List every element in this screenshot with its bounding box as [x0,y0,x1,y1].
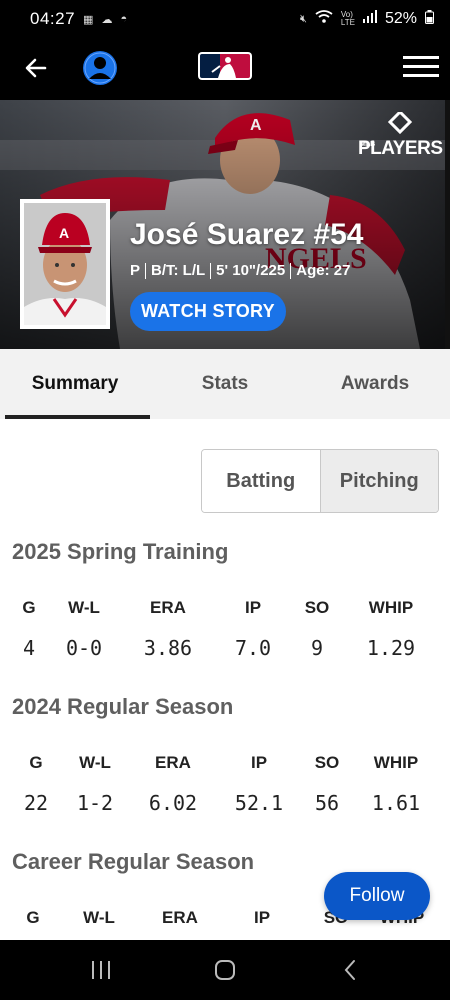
wifi-icon [315,9,333,29]
follow-button[interactable]: Follow [324,872,430,920]
meta-divider [210,262,212,279]
mlb-logo[interactable] [198,52,252,80]
stat-header-wl: W-L [79,753,111,772]
home-icon [215,960,235,980]
svg-text:A: A [59,225,69,241]
stat-header-era: ERA [150,598,186,617]
players-logo-text: PLAYERS [358,138,443,159]
stat-type-toggle: Batting Pitching [201,449,439,513]
battery-icon [425,9,434,29]
volte-icon: Vo) LTE [340,10,355,27]
player-tabs: Summary Stats Awards [0,349,450,419]
stat-value-ip: 52.1 [234,791,284,815]
meta-divider [145,262,147,279]
stats-table-regular-season: G W-L ERA IP SO WHIP 22 1-2 6.02 52.1 56… [0,753,450,821]
stat-value-whip: 1.29 [366,636,416,660]
stats-table-spring-training: G W-L ERA IP SO WHIP 4 0-0 3.86 7.0 9 1.… [0,598,450,666]
section-title-regular-season: 2024 Regular Season [12,694,234,719]
recents-icon [92,961,110,979]
incognito-icon: ◓ [120,13,128,25]
tab-stats[interactable]: Stats [150,349,300,419]
player-height-weight: 5' 10"/225 [216,262,286,279]
mute-icon: 🔇︎ [299,12,307,25]
signal-icon [362,10,377,28]
home-button[interactable] [212,958,238,982]
mlb-players-logo: MLB PLAYERS [358,112,444,159]
stat-value-era: 3.86 [143,636,193,660]
status-left: 04:27 ▦ ☁ ◓ [30,9,127,29]
player-position: P [130,262,141,279]
stat-header-ip: IP [253,908,271,927]
player-age: Age: 27 [296,262,351,279]
app-header [0,38,450,100]
recents-button[interactable] [88,958,114,982]
stat-header-era: ERA [162,908,198,927]
player-name: José Suarez #54 [130,218,364,251]
stat-header-so: SO [304,598,330,617]
stat-value-wl: 0-0 [65,636,103,660]
system-nav-bar [0,940,450,1000]
stats-value-row: 4 0-0 3.86 7.0 9 1.29 [0,636,450,666]
hamburger-menu-icon [403,56,439,77]
player-bats-throws: B/T: L/L [151,262,206,279]
stat-header-ip: IP [250,753,268,772]
batting-toggle[interactable]: Batting [202,450,320,512]
battery-text: 52% [384,10,417,27]
stat-value-g: 4 [22,636,36,660]
nav-back-button[interactable] [338,958,364,982]
player-headshot: A [20,199,110,329]
status-time: 04:27 [30,9,76,28]
stat-header-whip: WHIP [373,753,419,772]
player-hero: A NGELS MLB PLAYERS A José Suarez #54 [0,100,450,349]
stat-header-g: G [26,908,40,927]
tab-summary[interactable]: Summary [0,349,150,419]
meta-divider [290,262,292,279]
notification-icon: ▦ [83,13,94,26]
tab-awards[interactable]: Awards [300,349,450,419]
section-title-career: Career Regular Season [12,849,255,874]
profile-button[interactable] [80,48,120,88]
stat-value-whip: 1.61 [371,791,421,815]
status-right: 🔇︎ Vo) LTE 52% [299,9,434,29]
stat-header-g: G [29,753,43,772]
stat-header-g: G [22,598,36,617]
nav-back-icon [344,960,355,980]
section-title-spring-training: 2025 Spring Training [12,539,229,564]
back-button[interactable] [20,52,52,84]
user-circle-icon [83,51,117,85]
stat-value-era: 6.02 [148,791,198,815]
stat-header-whip: WHIP [368,598,414,617]
stats-value-row: 22 1-2 6.02 52.1 56 1.61 [0,791,450,821]
stat-value-so: 56 [314,791,340,815]
pitching-toggle[interactable]: Pitching [319,450,438,512]
watch-story-button[interactable]: WATCH STORY [130,292,286,331]
stats-header-row: G W-L ERA IP SO WHIP [0,598,450,628]
stat-header-wl: W-L [83,908,115,927]
stat-value-g: 22 [23,791,49,815]
cloud-icon: ☁ [101,13,113,26]
status-bar: 04:27 ▦ ☁ ◓ 🔇︎ Vo) LTE 52% [0,0,450,38]
arrow-left-icon [25,58,47,78]
stat-value-ip: 7.0 [234,636,272,660]
stats-header-row: G W-L ERA IP SO WHIP [0,753,450,783]
menu-button[interactable] [400,52,442,82]
player-meta: P B/T: L/L 5' 10"/225 Age: 27 [130,262,350,279]
stat-value-so: 9 [310,636,324,660]
stat-value-wl: 1-2 [76,791,114,815]
stat-header-wl: W-L [68,598,100,617]
stat-header-ip: IP [244,598,262,617]
stat-header-era: ERA [155,753,191,772]
stat-header-so: SO [314,753,340,772]
